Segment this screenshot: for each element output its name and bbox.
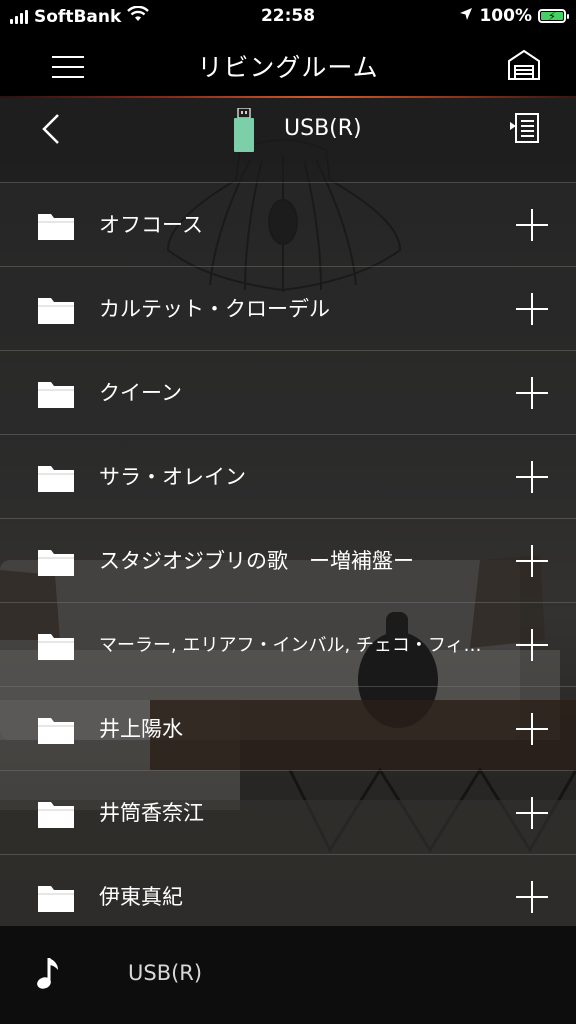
folder-icon: [37, 631, 75, 661]
list-item[interactable]: 井上陽水: [0, 686, 576, 770]
status-right: 100% ⚡: [459, 6, 569, 26]
location-icon: [459, 6, 473, 26]
folder-label: 伊東真紀: [99, 885, 183, 909]
folder-icon: [37, 295, 75, 325]
app-header: リビングルーム: [0, 34, 576, 96]
playlist-icon[interactable]: [508, 112, 540, 144]
home-icon[interactable]: [506, 48, 542, 82]
source-bar: USB(R): [0, 98, 576, 182]
add-icon[interactable]: [516, 629, 548, 661]
folder-label: スタジオジブリの歌 ー増補盤ー: [99, 549, 414, 573]
battery-percent: 100%: [479, 6, 532, 26]
add-icon[interactable]: [516, 713, 548, 745]
add-icon[interactable]: [516, 377, 548, 409]
add-icon[interactable]: [516, 293, 548, 325]
battery-charging-icon: ⚡: [538, 9, 569, 23]
list-item[interactable]: スタジオジブリの歌 ー増補盤ー: [0, 518, 576, 602]
add-icon[interactable]: [516, 797, 548, 829]
folder-label: クイーン: [99, 381, 182, 405]
now-playing-bar[interactable]: USB(R): [0, 926, 576, 1024]
source-title: USB(R): [284, 116, 362, 141]
folder-icon: [37, 379, 75, 409]
back-icon[interactable]: [38, 112, 66, 146]
folder-icon: [37, 715, 75, 745]
music-note-icon: [36, 956, 64, 992]
room-title: リビングルーム: [197, 53, 379, 82]
status-bar: SoftBank 22:58 100% ⚡: [0, 0, 576, 34]
list-item[interactable]: クイーン: [0, 350, 576, 434]
folder-icon: [37, 883, 75, 913]
list-item[interactable]: 井筒香奈江: [0, 770, 576, 854]
screen: SoftBank 22:58 100% ⚡ リビングルーム USB(R) オフコ…: [0, 0, 576, 1024]
list-item[interactable]: オフコース: [0, 182, 576, 266]
add-icon[interactable]: [516, 461, 548, 493]
folder-label: 井上陽水: [99, 717, 183, 741]
usb-drive-icon: [233, 107, 255, 152]
folder-label: オフコース: [99, 213, 203, 237]
folder-label: カルテット・クローデル: [99, 297, 330, 321]
now-playing-source: USB(R): [128, 961, 203, 985]
list-item[interactable]: カルテット・クローデル: [0, 266, 576, 350]
folder-label: マーラー, エリアフ・インバル, チェコ・フィルハーモニー管弦楽団: [99, 635, 486, 656]
list-item[interactable]: サラ・オレイン: [0, 434, 576, 518]
add-icon[interactable]: [516, 209, 548, 241]
folder-icon: [37, 799, 75, 829]
add-icon[interactable]: [516, 881, 548, 913]
list-item[interactable]: マーラー, エリアフ・インバル, チェコ・フィルハーモニー管弦楽団: [0, 602, 576, 686]
folder-label: サラ・オレイン: [99, 465, 246, 489]
list-item[interactable]: 伊東真紀: [0, 854, 576, 926]
add-icon[interactable]: [516, 545, 548, 577]
folder-icon: [37, 211, 75, 241]
folder-label: 井筒香奈江: [99, 801, 204, 825]
folder-list: オフコース カルテット・クローデル クイーン サラ・オレイン スタジオジブリの歌…: [0, 182, 576, 926]
folder-icon: [37, 463, 75, 493]
folder-icon: [37, 547, 75, 577]
